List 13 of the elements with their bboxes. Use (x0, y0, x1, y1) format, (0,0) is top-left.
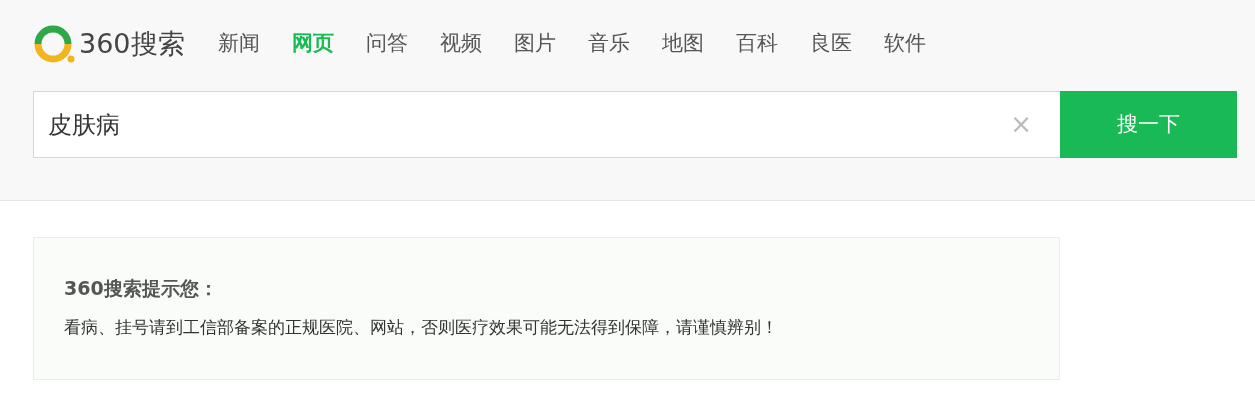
notice-title: 360搜索提示您： (64, 276, 219, 301)
nav-tab[interactable]: 问答 (365, 32, 408, 54)
nav-tab[interactable]: 良医 (809, 32, 852, 54)
nav-tab[interactable]: 视频 (439, 32, 482, 54)
nav-tab[interactable]: 音乐 (587, 32, 630, 54)
notice-text: 看病、挂号请到工信部备案的正规医院、网站，否则医疗效果可能无法得到保障，请谨慎辨别！ (64, 315, 779, 339)
nav-tab[interactable]: 百科 (735, 32, 778, 54)
nav-tab[interactable]: 图片 (513, 32, 556, 54)
nav-tab[interactable]: 新闻 (217, 32, 260, 54)
nav-tab[interactable]: 地图 (661, 32, 704, 54)
nav-tab[interactable]: 软件 (883, 32, 926, 54)
logo-text: 360搜索 (79, 29, 185, 57)
search-field[interactable]: 皮肤病 × (33, 91, 1060, 158)
